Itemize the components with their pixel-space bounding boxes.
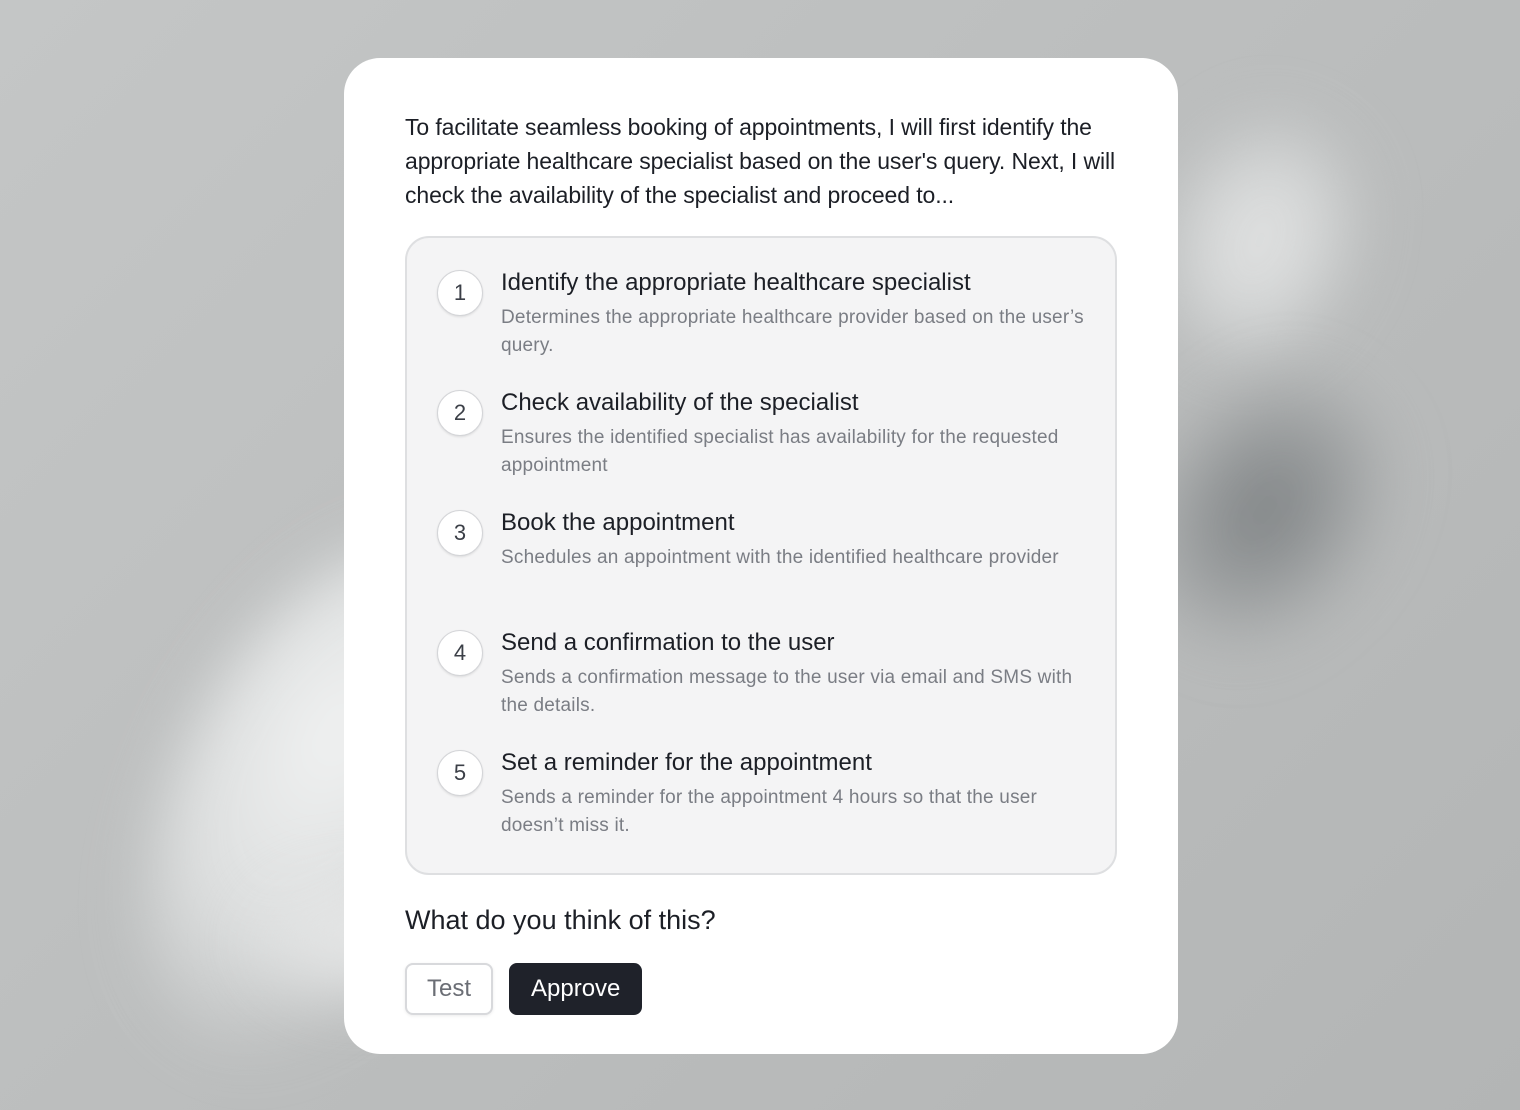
steps-panel: 1 Identify the appropriate healthcare sp… — [405, 236, 1117, 875]
step-description: Sends a reminder for the appointment 4 h… — [501, 787, 1038, 836]
step-number-badge: 3 — [437, 510, 483, 556]
action-buttons: Test Approve — [405, 963, 1117, 1015]
step-description: Ensures the identified specialist has av… — [501, 427, 1059, 476]
step-body: Set a reminder for the appointment Sends… — [501, 748, 1085, 840]
step-number-badge: 5 — [437, 750, 483, 796]
plan-card: To facilitate seamless booking of appoin… — [344, 58, 1178, 1054]
step-item: 4 Send a confirmation to the user Sends … — [437, 628, 1085, 748]
step-number-badge: 4 — [437, 630, 483, 676]
step-title: Book the appointment — [501, 509, 735, 536]
step-description: Determines the appropriate healthcare pr… — [501, 307, 1084, 356]
feedback-question: What do you think of this? — [405, 905, 716, 935]
step-title: Set a reminder for the appointment — [501, 749, 872, 776]
step-description: Sends a confirmation message to the user… — [501, 667, 1073, 716]
step-item: 1 Identify the appropriate healthcare sp… — [437, 268, 1085, 388]
step-body: Check availability of the specialist Ens… — [501, 388, 1085, 480]
step-body: Identify the appropriate healthcare spec… — [501, 268, 1085, 360]
step-body: Send a confirmation to the user Sends a … — [501, 628, 1085, 720]
intro-text: To facilitate seamless booking of appoin… — [405, 114, 1116, 208]
step-title: Check availability of the specialist — [501, 389, 859, 416]
test-button[interactable]: Test — [405, 963, 494, 1015]
step-item: 5 Set a reminder for the appointment Sen… — [437, 748, 1085, 868]
approve-button[interactable]: Approve — [509, 963, 643, 1015]
step-item: 3 Book the appointment Schedules an appo… — [437, 508, 1085, 628]
step-body: Book the appointment Schedules an appoin… — [501, 508, 1085, 572]
step-description: Schedules an appointment with the identi… — [501, 547, 1059, 568]
step-item: 2 Check availability of the specialist E… — [437, 388, 1085, 508]
step-title: Send a confirmation to the user — [501, 629, 835, 656]
step-number-badge: 2 — [437, 390, 483, 436]
step-number-badge: 1 — [437, 270, 483, 316]
step-title: Identify the appropriate healthcare spec… — [501, 269, 971, 296]
